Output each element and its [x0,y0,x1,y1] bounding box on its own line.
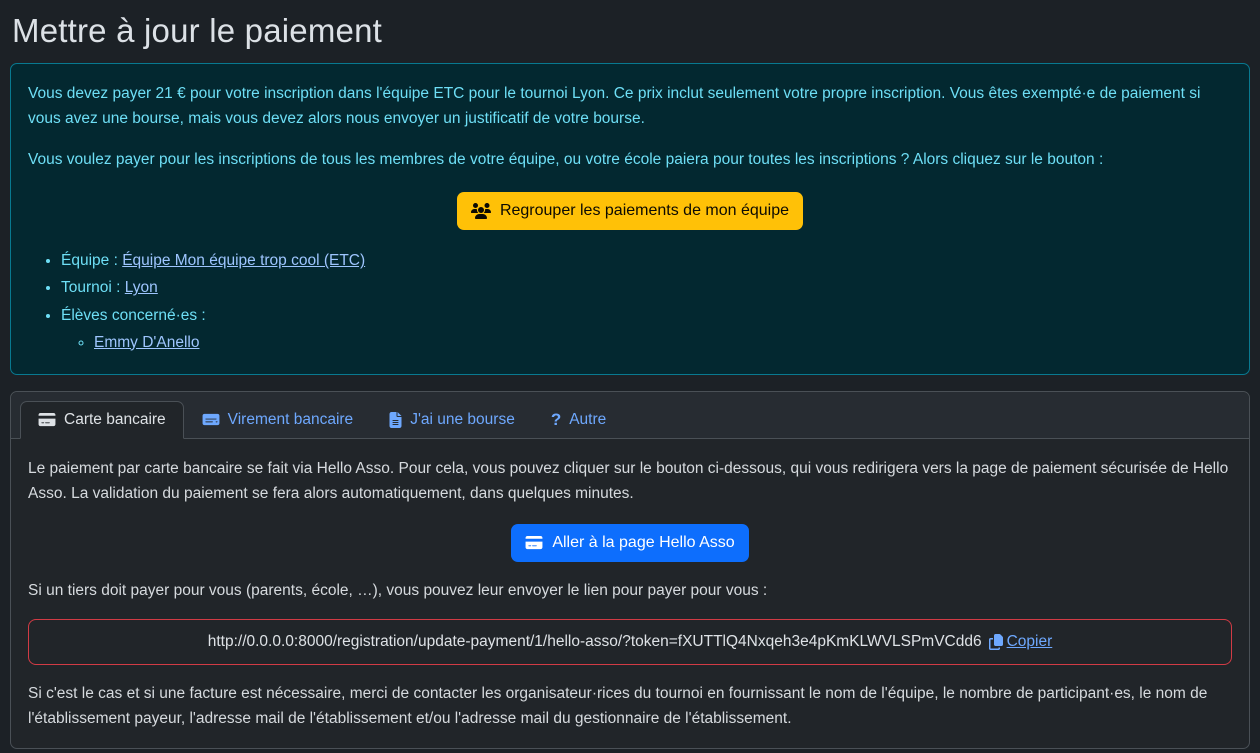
copy-icon [989,634,1003,650]
group-payments-button[interactable]: Regrouper les paiements de mon équipe [457,192,803,230]
team-label: Équipe : [61,252,118,269]
payment-info-alert: Vous devez payer 21 € pour votre inscrip… [10,63,1250,375]
alert-paragraph-group: Vous voulez payer pour les inscriptions … [28,147,1232,172]
student-link[interactable]: Emmy D'Anello [94,334,199,351]
payment-tabs: Carte bancaire Virement bancaire J'ai un… [11,392,1249,439]
tab-virement-bancaire[interactable]: Virement bancaire [184,401,372,439]
list-item-tournament: Tournoi : Lyon [61,275,1232,300]
users-icon [471,203,491,219]
tab-label: Virement bancaire [228,411,354,429]
list-item-students: Élèves concerné·es : Emmy D'Anello [61,303,1232,355]
tournament-link[interactable]: Lyon [125,279,158,296]
students-label: Élèves concerné·es : [61,307,206,324]
helloasso-button-row: Aller à la page Hello Asso [28,524,1232,562]
tab-bourse[interactable]: J'ai une bourse [371,401,533,439]
tab-label: Carte bancaire [64,411,166,429]
payment-methods-card: Carte bancaire Virement bancaire J'ai un… [10,391,1250,749]
group-button-row: Regrouper les paiements de mon équipe [28,192,1232,230]
card-paragraph-helloasso: Le paiement par carte bancaire se fait v… [28,456,1232,506]
list-item-student: Emmy D'Anello [94,330,1232,355]
list-item-team: Équipe : Équipe Mon équipe trop cool (ET… [61,248,1232,273]
tournament-label: Tournoi : [61,279,120,296]
file-invoice-icon [389,412,402,428]
money-check-icon [202,412,220,427]
tab-carte-bancaire[interactable]: Carte bancaire [20,401,184,439]
tab-autre[interactable]: ? Autre [533,401,624,439]
group-payments-button-label: Regrouper les paiements de mon équipe [500,199,789,223]
team-link[interactable]: Équipe Mon équipe trop cool (ETC) [122,252,365,269]
question-icon: ? [551,411,561,428]
copy-link-label: Copier [1007,629,1053,654]
tab-label: J'ai une bourse [410,411,515,429]
students-sub-list: Emmy D'Anello [61,330,1232,355]
helloasso-button[interactable]: Aller à la page Hello Asso [511,524,748,562]
card-paragraph-third-party: Si un tiers doit payer pour vous (parent… [28,578,1232,603]
tab-panel-carte-bancaire: Le paiement par carte bancaire se fait v… [11,439,1249,748]
payment-link-box: http://0.0.0.0:8000/registration/update-… [28,619,1232,664]
registration-summary-list: Équipe : Équipe Mon équipe trop cool (ET… [28,248,1232,354]
page-title: Mettre à jour le paiement [12,12,1250,50]
copy-link[interactable]: Copier [989,629,1053,654]
helloasso-button-label: Aller à la page Hello Asso [552,531,734,555]
tab-label: Autre [569,411,606,429]
alert-paragraph-price: Vous devez payer 21 € pour votre inscrip… [28,81,1232,131]
credit-card-icon [38,412,56,427]
card-paragraph-invoice: Si c'est le cas et si une facture est né… [28,681,1232,731]
payment-link-url: http://0.0.0.0:8000/registration/update-… [208,633,982,650]
credit-card-icon [525,535,543,550]
